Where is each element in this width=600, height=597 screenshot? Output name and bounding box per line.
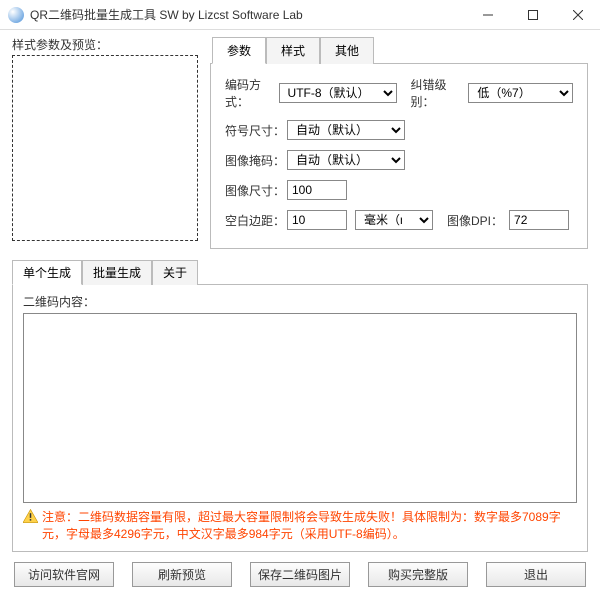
ec-select[interactable]: 低（%7） [468, 83, 573, 103]
tab-batch[interactable]: 批量生成 [82, 260, 152, 285]
dpi-input[interactable] [509, 210, 569, 230]
size-input[interactable] [287, 180, 347, 200]
window-title: QR二维码批量生成工具 SW by Lizcst Software Lab [30, 6, 465, 23]
symbol-label: 符号尺寸： [225, 122, 287, 139]
warning-icon [23, 509, 38, 523]
mask-select[interactable]: 自动（默认） [287, 150, 405, 170]
margin-input[interactable] [287, 210, 347, 230]
symbol-select[interactable]: 自动（默认） [287, 120, 405, 140]
encoding-label: 编码方式： [225, 76, 279, 110]
button-row: 访问软件官网 刷新预览 保存二维码图片 购买完整版 退出 [12, 552, 588, 597]
tab-about[interactable]: 关于 [152, 260, 198, 285]
dpi-label: 图像DPI： [447, 212, 503, 229]
tab-params[interactable]: 参数 [212, 37, 266, 64]
lower-tab-body: 二维码内容： 注意：二维码数据容量有限，超过最大容量限制将会导致生成失败！具体限… [12, 284, 588, 552]
param-tabs: 参数 样式 其他 [212, 36, 588, 63]
titlebar: QR二维码批量生成工具 SW by Lizcst Software Lab [0, 0, 600, 30]
encoding-select[interactable]: UTF-8（默认） [279, 83, 397, 103]
warning-text: 注意：二维码数据容量有限，超过最大容量限制将会导致生成失败！具体限制为：数字最多… [42, 509, 577, 543]
size-label: 图像尺寸： [225, 182, 287, 199]
param-tab-body: 编码方式： UTF-8（默认） 纠错级别： 低（%7） 符号尺寸： 自动（默认）… [210, 63, 588, 249]
minimize-button[interactable] [465, 0, 510, 30]
content-textarea[interactable] [24, 314, 576, 502]
lower-tabs: 单个生成 批量生成 关于 [12, 259, 588, 284]
content-label: 二维码内容： [23, 295, 95, 309]
margin-label: 空白边距： [225, 212, 287, 229]
warning-row: 注意：二维码数据容量有限，超过最大容量限制将会导致生成失败！具体限制为：数字最多… [23, 509, 577, 543]
ec-label: 纠错级别： [411, 76, 463, 110]
app-icon [8, 7, 24, 23]
tab-single[interactable]: 单个生成 [12, 260, 82, 285]
preview-box [12, 55, 198, 241]
close-button[interactable] [555, 0, 600, 30]
tab-style[interactable]: 样式 [266, 37, 320, 64]
maximize-button[interactable] [510, 0, 555, 30]
preview-label: 样式参数及预览： [12, 36, 202, 53]
preview-group: 样式参数及预览： [12, 36, 202, 249]
unit-select[interactable]: 毫米（mm） [355, 210, 433, 230]
mask-label: 图像掩码： [225, 152, 287, 169]
tab-other[interactable]: 其他 [320, 37, 374, 64]
